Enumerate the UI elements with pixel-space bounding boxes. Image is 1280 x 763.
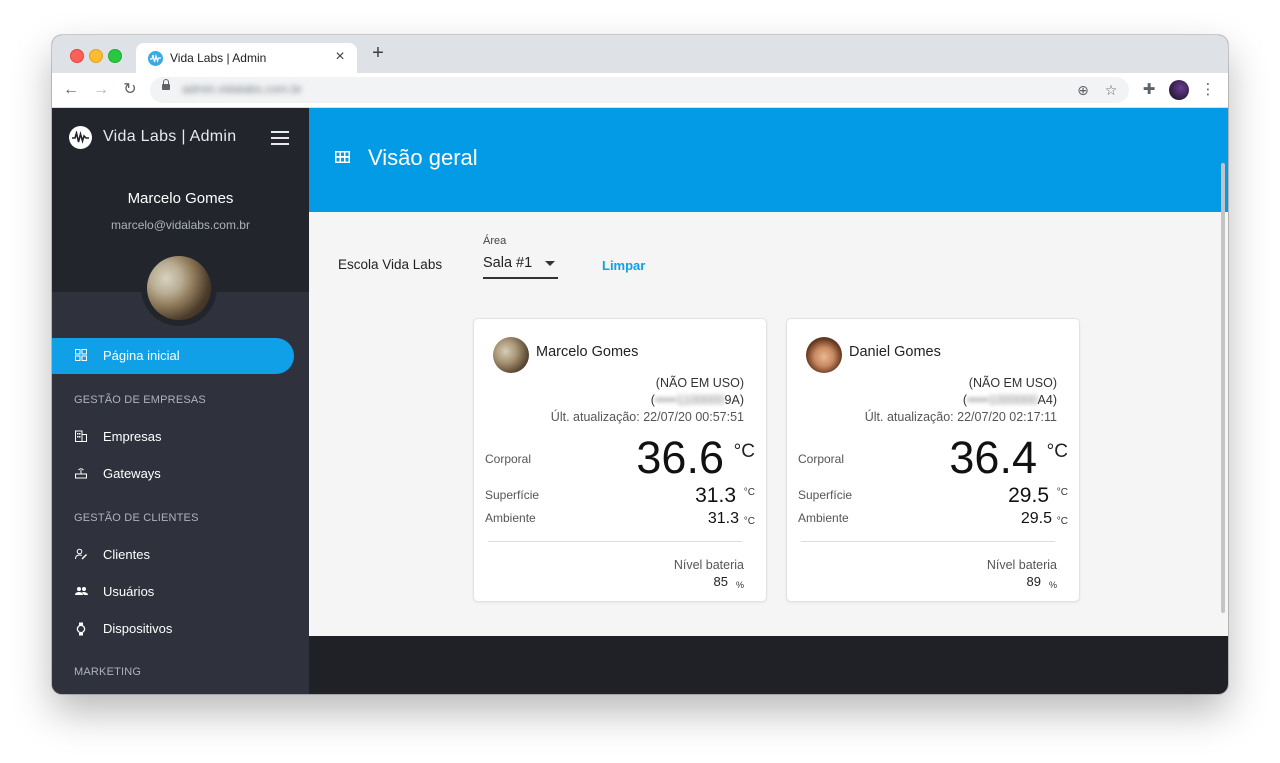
sidebar-item-label: Gateways [103,466,161,481]
device-card[interactable]: Daniel Gomes (NÃO EM USO) (•••••1000000A… [786,318,1080,602]
area-select[interactable]: Sala #1 [483,253,558,279]
reload-icon[interactable]: ↻ [119,79,141,101]
sidebar: Vida Labs | Admin Marcelo Gomes marcelo@… [52,108,309,694]
school-name: Escola Vida Labs [338,257,443,272]
ambient-temp-label: Ambiente [798,511,849,525]
forward-icon[interactable]: → [90,79,112,101]
body-temp-label: Corporal [485,452,532,466]
device-card[interactable]: Marcelo Gomes (NÃO EM USO) (•••••1100000… [473,318,767,602]
sidebar-item-label: Empresas [103,429,162,444]
close-window-button[interactable] [70,49,84,63]
brand-name: Vida Labs | Admin [103,128,237,145]
main-content: Visão geral Escola Vida Labs Área Sala #… [309,108,1228,694]
card-last-update: Últ. atualização: 22/07/20 02:17:11 [864,410,1057,424]
body-temp-label: Corporal [798,452,845,466]
extension-icon[interactable]: ✚ [1138,79,1160,101]
avatar[interactable] [141,250,217,326]
person-edit-icon [74,548,88,562]
sidebar-user-name: Marcelo Gomes [127,190,234,207]
menu-icon[interactable] [271,131,289,145]
sidebar-user-email: marcelo@vidalabs.com.br [111,218,250,232]
sidebar-item-label: Dispositivos [103,621,173,636]
battery-value: 85 [713,574,728,589]
zoom-window-button[interactable] [108,49,122,63]
card-last-update: Últ. atualização: 22/07/20 00:57:51 [550,410,744,424]
ambient-temp-value: 31.3 [707,510,739,527]
card-status: (NÃO EM USO) [655,376,744,390]
battery-unit: % [735,580,744,590]
ambient-temp-value: 29.5 [1020,510,1052,527]
sidebar-item-label: Página inicial [103,348,180,363]
more-vert-icon[interactable]: ⋮ [1197,79,1219,101]
battery-value: 89 [1026,574,1041,589]
tab-strip: Vida Labs | Admin × + [52,35,1228,73]
grid-icon [335,150,350,163]
ambient-temp-label: Ambiente [485,511,536,525]
people-icon [74,585,88,599]
surface-temp-label: Superfície [798,488,853,502]
battery-unit: % [1048,580,1057,590]
browser-toolbar: ← → ↻ admin.vidalabs.com.br ⊕ ☆ ✚ ⋮ [52,73,1228,108]
minimize-window-button[interactable] [89,49,103,63]
clear-button[interactable]: Limpar [602,258,645,273]
browser-tab[interactable]: Vida Labs | Admin × [136,43,357,73]
surface-temp-unit: °C [743,487,755,498]
sidebar-item-label: Usuários [103,584,155,599]
section-heading-clientes: GESTÃO DE CLIENTES [74,512,199,524]
card-user-name: Marcelo Gomes [536,344,639,360]
vidalabs-favicon-icon [148,51,163,66]
add-circle-icon[interactable]: ⊕ [1074,81,1092,99]
browser-window: Vida Labs | Admin × + ← → ↻ admin.vidala… [52,35,1228,694]
body-temp-unit: °C [733,441,755,462]
avatar [493,337,529,373]
ambient-temp-unit: °C [1056,516,1068,527]
back-icon[interactable]: ← [60,79,82,101]
page-header: Visão geral [309,108,1228,212]
tab-close-icon[interactable]: × [331,48,349,66]
surface-temp-unit: °C [1056,487,1068,498]
star-icon[interactable]: ☆ [1102,81,1120,99]
chevron-down-icon [545,261,555,266]
profile-avatar[interactable] [1169,80,1189,100]
card-device-id: (•••••1000000A4) [962,393,1057,407]
watch-icon [74,622,88,636]
section-heading-empresas: GESTÃO DE EMPRESAS [74,394,206,406]
building-icon [74,430,88,444]
main-scrollbar[interactable] [1221,163,1225,613]
address-url: admin.vidalabs.com.br [182,82,303,96]
surface-temp-label: Superfície [485,488,540,502]
avatar [806,337,842,373]
surface-temp-value: 29.5 [1008,484,1049,507]
body-temp-value: 36.4 [949,432,1037,483]
tab-title: Vida Labs | Admin [170,51,267,65]
card-user-name: Daniel Gomes [849,344,941,360]
vidalabs-logo-icon [69,126,92,149]
page-footer [309,636,1228,694]
ambient-temp-unit: °C [743,516,755,527]
new-tab-button[interactable]: + [368,43,388,63]
router-icon [74,467,88,481]
surface-temp-value: 31.3 [695,484,736,507]
address-bar[interactable]: admin.vidalabs.com.br ⊕ ☆ [150,77,1129,103]
card-device-id: (•••••11000009A) [650,393,744,407]
battery-label: Nível bateria [673,558,744,572]
section-heading-marketing: MARKETING [74,666,142,678]
page-title: Visão geral [368,145,478,170]
card-divider [801,541,1055,542]
sidebar-item-label: Clientes [103,547,150,562]
body-temp-value: 36.6 [636,432,724,483]
dashboard-icon [74,349,88,363]
battery-label: Nível bateria [986,558,1057,572]
card-divider [488,541,742,542]
card-status: (NÃO EM USO) [968,376,1057,390]
body-temp-unit: °C [1046,441,1068,462]
area-select-label: Área [483,235,507,247]
area-select-value: Sala #1 [483,255,533,271]
lock-icon [162,79,170,90]
